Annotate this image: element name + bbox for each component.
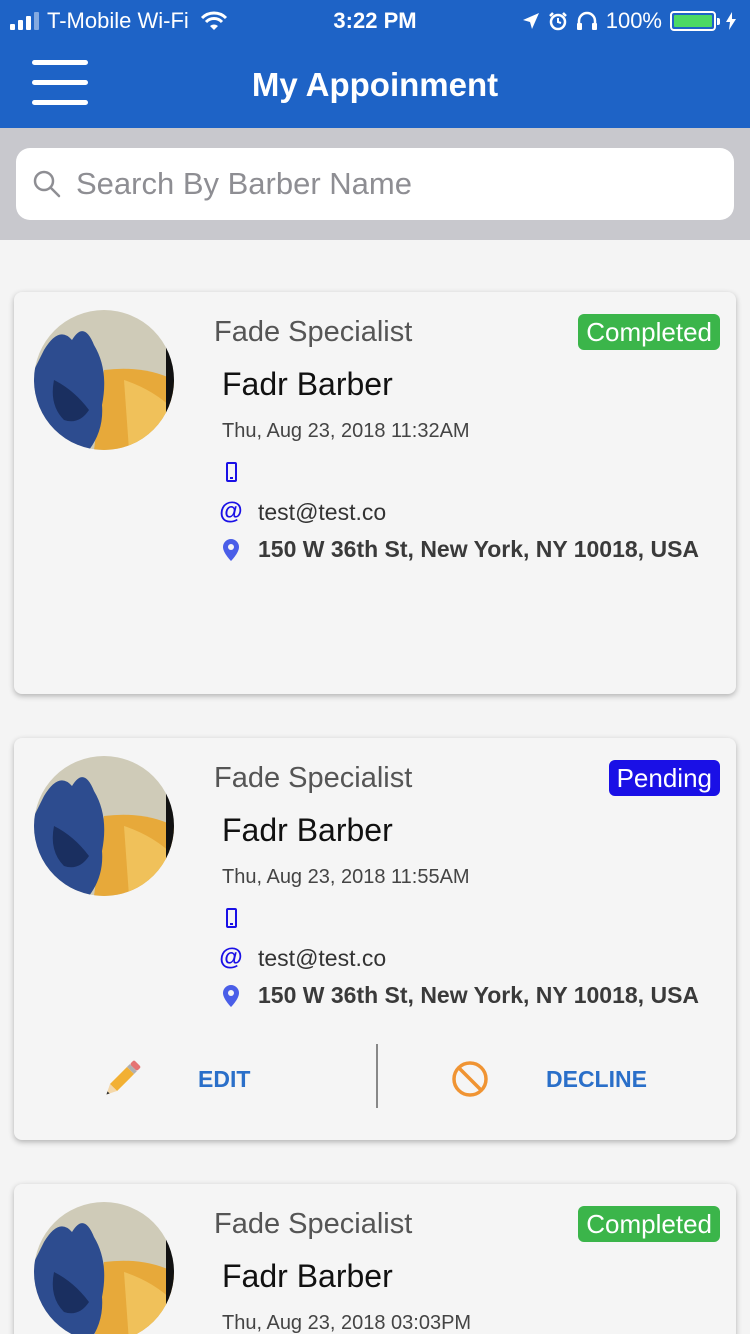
location-pin-icon bbox=[223, 984, 239, 1007]
status-badge: Completed bbox=[578, 1206, 720, 1242]
decline-button[interactable]: DECLINE bbox=[450, 1044, 647, 1114]
barber-specialty: Fade Specialist bbox=[214, 762, 413, 794]
alarm-icon bbox=[548, 12, 567, 31]
edit-label: EDIT bbox=[198, 1065, 251, 1092]
email-row[interactable]: @ test@test.co bbox=[219, 944, 387, 972]
charging-bolt-icon bbox=[726, 12, 736, 30]
battery-icon bbox=[670, 11, 720, 31]
barber-specialty: Fade Specialist bbox=[214, 1208, 413, 1240]
decline-icon bbox=[452, 1061, 488, 1097]
email-icon: @ bbox=[219, 944, 243, 971]
headphones-icon bbox=[576, 11, 597, 30]
barber-name: Fadr Barber bbox=[222, 1258, 393, 1294]
barber-name: Fadr Barber bbox=[222, 366, 393, 402]
battery-percent: 100% bbox=[605, 8, 662, 33]
address-row[interactable]: 150 W 36th St, New York, NY 10018, USA bbox=[220, 982, 699, 1009]
appointment-card[interactable]: Fade Specialist Pending Fadr Barber Thu,… bbox=[14, 738, 736, 1140]
appointment-datetime: Thu, Aug 23, 2018 11:55AM bbox=[222, 866, 470, 888]
search-bar-container bbox=[0, 128, 750, 240]
status-bar: T-Mobile Wi-Fi 3:22 PM 100% bbox=[0, 0, 750, 40]
email-value: test@test.co bbox=[258, 944, 387, 971]
phone-row[interactable] bbox=[220, 908, 258, 928]
appointment-actions: EDIT DECLINE bbox=[14, 1044, 736, 1114]
status-badge: Pending bbox=[608, 760, 720, 796]
email-icon: @ bbox=[219, 498, 243, 525]
address-value: 150 W 36th St, New York, NY 10018, USA bbox=[258, 536, 700, 562]
location-arrow-icon bbox=[522, 13, 539, 29]
pencil-icon bbox=[106, 1060, 141, 1095]
phone-icon bbox=[225, 462, 237, 482]
email-row[interactable]: @ test@test.co bbox=[219, 498, 387, 526]
avatar bbox=[34, 756, 174, 896]
edit-button[interactable]: EDIT bbox=[98, 1044, 250, 1114]
page-title: My Appoinment bbox=[251, 66, 499, 103]
appointment-card[interactable]: Fade Specialist Completed Fadr Barber Th… bbox=[14, 1184, 736, 1334]
search-icon bbox=[33, 170, 61, 198]
action-divider bbox=[376, 1044, 378, 1108]
email-value: test@test.co bbox=[258, 498, 387, 525]
address-row[interactable]: 150 W 36th St, New York, NY 10018, USA bbox=[220, 536, 699, 563]
decline-label: DECLINE bbox=[546, 1065, 647, 1092]
address-value: 150 W 36th St, New York, NY 10018, USA bbox=[258, 982, 700, 1008]
appointment-card[interactable]: Fade Specialist Completed Fadr Barber Th… bbox=[14, 292, 736, 694]
barber-specialty: Fade Specialist bbox=[214, 316, 413, 348]
status-badge: Completed bbox=[578, 314, 720, 350]
avatar bbox=[34, 1202, 174, 1334]
appointment-datetime: Thu, Aug 23, 2018 11:32AM bbox=[222, 420, 470, 442]
search-input[interactable] bbox=[76, 166, 716, 202]
appointment-datetime: Thu, Aug 23, 2018 03:03PM bbox=[222, 1312, 472, 1334]
phone-icon bbox=[225, 908, 237, 928]
location-pin-icon bbox=[223, 538, 239, 561]
avatar bbox=[34, 310, 174, 450]
barber-name: Fadr Barber bbox=[222, 812, 393, 848]
search-box[interactable] bbox=[16, 148, 734, 220]
navigation-bar: My Appoinment bbox=[0, 40, 750, 128]
phone-row[interactable] bbox=[220, 462, 258, 482]
